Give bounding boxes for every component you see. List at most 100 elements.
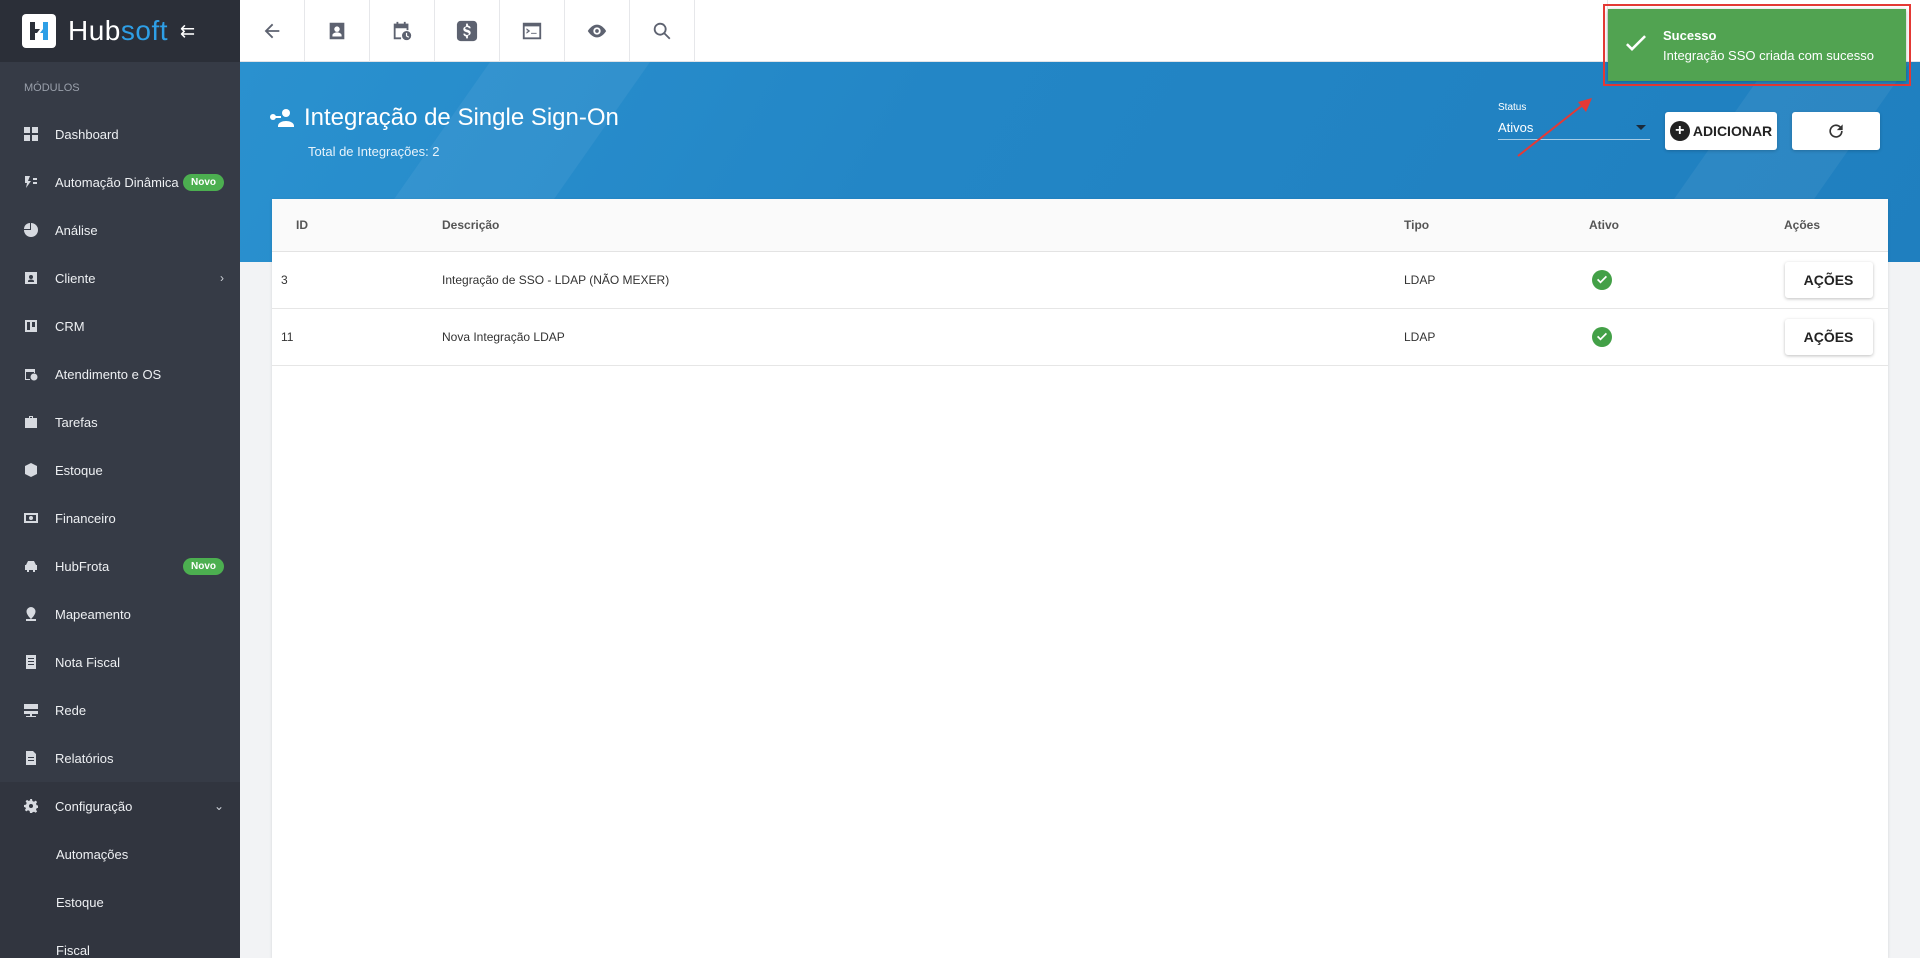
chevron-right-icon: › <box>220 271 224 285</box>
brand-name-part1: Hub <box>68 15 121 46</box>
sidebar-subitem-fiscal[interactable]: Fiscal <box>0 926 240 958</box>
sidebar-subitem-automacoes[interactable]: Automações <box>0 830 240 878</box>
page-title-text: Integração de Single Sign-On <box>304 104 619 131</box>
sidebar-item-financeiro[interactable]: Financeiro <box>0 494 240 542</box>
cell-tipo: LDAP <box>1404 273 1436 287</box>
map-pin-icon <box>24 607 38 621</box>
view-button[interactable] <box>565 0 630 62</box>
toast-content: Sucesso Integração SSO criada com sucess… <box>1663 28 1874 63</box>
sidebar-item-mapeamento[interactable]: Mapeamento <box>0 590 240 638</box>
sidebar-item-nota-fiscal[interactable]: Nota Fiscal <box>0 638 240 686</box>
eye-icon <box>587 24 607 38</box>
cell-id: 3 <box>281 273 288 287</box>
box-icon <box>24 463 38 477</box>
search-icon <box>653 22 671 40</box>
cell-descricao: Nova Integração LDAP <box>442 330 565 344</box>
success-toast[interactable]: Sucesso Integração SSO criada com sucess… <box>1608 9 1906 81</box>
sidebar: Hubsoft ⇇ MÓDULOS Dashboard Automação Di… <box>0 0 240 958</box>
back-icon <box>264 23 280 39</box>
sidebar-item-cliente[interactable]: Cliente › <box>0 254 240 302</box>
sidebar-item-label: Atendimento e OS <box>55 366 162 382</box>
sidebar-item-label: Financeiro <box>55 510 116 526</box>
column-header-descricao[interactable]: Descrição <box>442 218 1404 232</box>
sidebar-item-label: Cliente <box>55 270 96 286</box>
cell-acoes: AÇÕES <box>1769 319 1888 355</box>
financial-button[interactable] <box>435 0 500 62</box>
search-button[interactable] <box>630 0 695 62</box>
modules-section-label: MÓDULOS <box>24 82 80 94</box>
column-header-id[interactable]: ID <box>272 218 442 232</box>
client-button[interactable] <box>305 0 370 62</box>
active-check-icon <box>1592 327 1612 347</box>
actions-button[interactable]: AÇÕES <box>1784 319 1873 355</box>
automation-icon <box>24 175 38 189</box>
sidebar-item-analise[interactable]: Análise <box>0 206 240 254</box>
annotation-arrow-icon <box>1517 98 1592 157</box>
sidebar-item-hubfrota[interactable]: HubFrota Novo <box>0 542 240 590</box>
schedule-button[interactable] <box>370 0 435 62</box>
brand-name[interactable]: Hubsoft <box>68 15 168 47</box>
column-header-ativo[interactable]: Ativo <box>1589 218 1769 232</box>
refresh-button[interactable] <box>1792 112 1880 150</box>
table-row[interactable]: 3 Integração de SSO - LDAP (NÃO MEXER) L… <box>272 252 1888 309</box>
calendar-clock-icon <box>24 367 38 381</box>
page-title: Integração de Single Sign-On <box>268 104 619 132</box>
sidebar-item-atendimento-os[interactable]: Atendimento e OS <box>0 350 240 398</box>
sidebar-item-rede[interactable]: Rede <box>0 686 240 734</box>
actions-button[interactable]: AÇÕES <box>1784 262 1873 298</box>
sidebar-item-label: Relatórios <box>55 750 114 766</box>
sidebar-item-label: Nota Fiscal <box>55 654 121 670</box>
sidebar-item-label: Tarefas <box>55 414 98 430</box>
refresh-icon <box>1829 124 1843 138</box>
cell-id: 11 <box>281 330 294 344</box>
sidebar-item-label: HubFrota <box>55 558 110 574</box>
hubsoft-logo-icon[interactable] <box>22 14 56 48</box>
cell-acoes: AÇÕES <box>1769 262 1888 298</box>
briefcase-icon <box>24 415 38 429</box>
calendar-icon <box>393 21 412 41</box>
back-button[interactable] <box>240 0 305 62</box>
sidebar-item-label: Estoque <box>55 462 103 478</box>
sidebar-item-label: Mapeamento <box>55 606 131 622</box>
new-badge: Novo <box>183 557 224 575</box>
toast-message: Integração SSO criada com sucesso <box>1663 47 1874 63</box>
table-header: ID Descrição Tipo Ativo Ações <box>272 199 1888 252</box>
document-icon <box>24 751 38 765</box>
user-link-icon <box>270 109 294 127</box>
table-row[interactable]: 11 Nova Integração LDAP LDAP AÇÕES <box>272 309 1888 366</box>
sidebar-item-relatorios[interactable]: Relatórios <box>0 734 240 782</box>
active-check-icon <box>1592 270 1612 290</box>
sidebar-item-estoque[interactable]: Estoque <box>0 446 240 494</box>
gear-icon <box>24 799 38 813</box>
cell-descricao: Integração de SSO - LDAP (NÃO MEXER) <box>442 273 670 287</box>
sidebar-item-crm[interactable]: CRM <box>0 302 240 350</box>
brand-name-part2: soft <box>120 15 169 46</box>
add-button-label: ADICIONAR <box>1692 123 1773 139</box>
kanban-icon <box>24 319 38 333</box>
integrations-table: ID Descrição Tipo Ativo Ações 3 Integraç… <box>272 199 1888 958</box>
contact-card-icon <box>24 271 38 285</box>
sidebar-item-label: Automação Dinâmica <box>55 174 179 190</box>
sidebar-item-label: Rede <box>55 702 87 718</box>
sidebar-item-label: Análise <box>55 222 98 238</box>
sidebar-toggle-icon[interactable]: ⇇ <box>180 21 195 42</box>
cell-ativo <box>1589 270 1769 290</box>
add-button[interactable]: + ADICIONAR <box>1665 112 1777 150</box>
sidebar-item-label: Configuração <box>55 798 133 814</box>
pie-chart-icon <box>24 223 38 237</box>
sidebar-item-automacao-dinamica[interactable]: Automação Dinâmica Novo <box>0 158 240 206</box>
cell-tipo: LDAP <box>1404 330 1436 344</box>
sidebar-subitem-estoque[interactable]: Estoque <box>0 878 240 926</box>
sidebar-item-configuracao[interactable]: Configuração ⌄ <box>0 782 240 830</box>
contact-icon <box>329 22 345 40</box>
money-icon <box>24 511 38 525</box>
sidebar-item-dashboard[interactable]: Dashboard <box>0 110 240 158</box>
terminal-button[interactable] <box>500 0 565 62</box>
integrations-count: Total de Integrações: 2 <box>308 144 440 159</box>
column-header-tipo[interactable]: Tipo <box>1404 218 1589 232</box>
chevron-down-icon: ⌄ <box>213 799 224 813</box>
sidebar-item-label: Dashboard <box>55 126 119 142</box>
dashboard-icon <box>24 127 38 141</box>
sidebar-item-tarefas[interactable]: Tarefas <box>0 398 240 446</box>
